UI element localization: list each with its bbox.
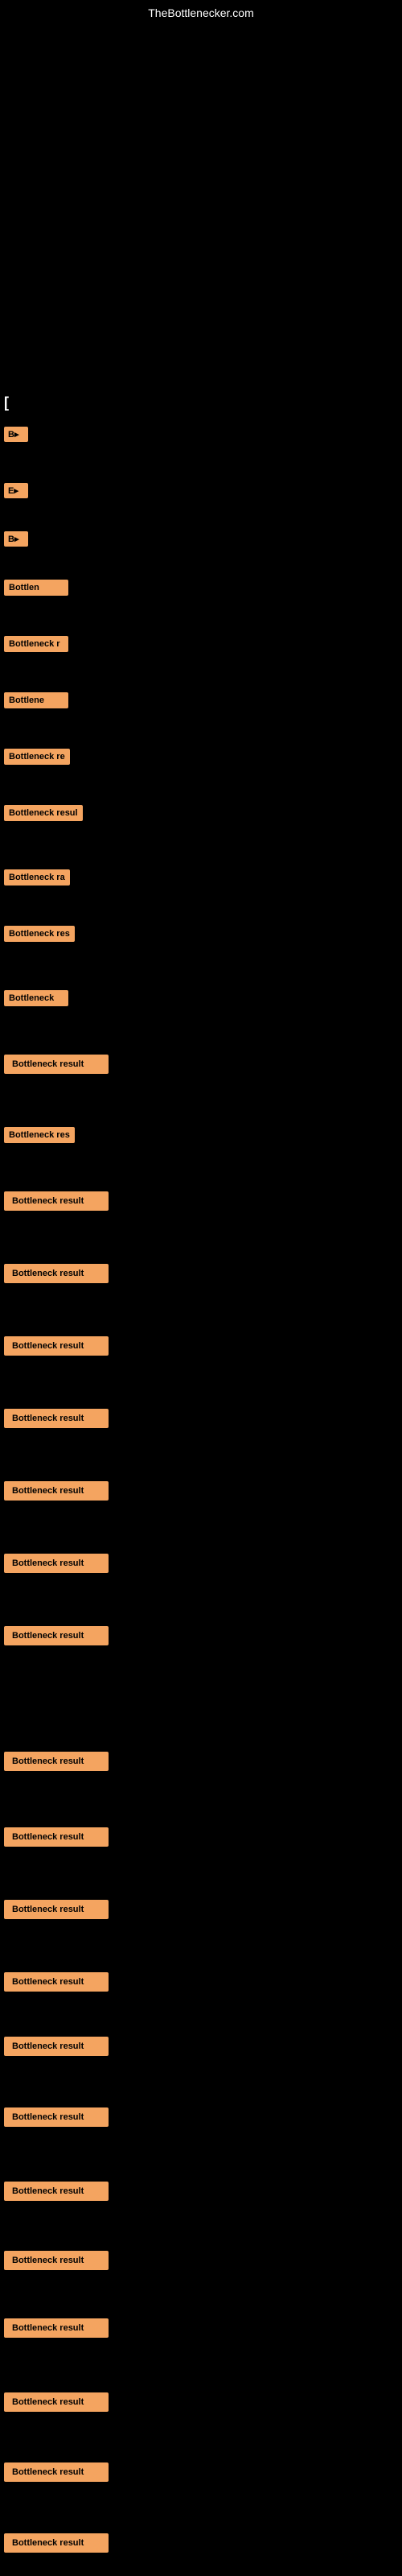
result-box-11[interactable]: Bottleneck [4, 990, 68, 1006]
result-box-5[interactable]: Bottleneck r [4, 636, 68, 652]
result-box-8[interactable]: Bottleneck resul [4, 805, 83, 821]
result-box-1[interactable]: B▸ [4, 427, 28, 442]
result-box-32[interactable]: Bottleneck result [4, 2533, 109, 2553]
result-box-2[interactable]: E▸ [4, 483, 28, 498]
result-box-28[interactable]: Bottleneck result [4, 2251, 109, 2270]
result-box-14[interactable]: Bottleneck result [4, 1191, 109, 1211]
result-box-7[interactable]: Bottleneck re [4, 749, 70, 765]
result-box-19[interactable]: Bottleneck result [4, 1554, 109, 1573]
result-box-26[interactable]: Bottleneck result [4, 2107, 109, 2127]
result-box-13[interactable]: Bottleneck res [4, 1127, 75, 1143]
result-box-21[interactable]: Bottleneck result [4, 1752, 109, 1771]
result-box-6[interactable]: Bottlene [4, 692, 68, 708]
result-box-15[interactable]: Bottleneck result [4, 1264, 109, 1283]
result-box-16[interactable]: Bottleneck result [4, 1336, 109, 1356]
result-box-31[interactable]: Bottleneck result [4, 2462, 109, 2482]
result-box-30[interactable]: Bottleneck result [4, 2392, 109, 2412]
result-box-25[interactable]: Bottleneck result [4, 2037, 109, 2056]
result-box-17[interactable]: Bottleneck result [4, 1409, 109, 1428]
result-box-24[interactable]: Bottleneck result [4, 1972, 109, 1992]
result-box-22[interactable]: Bottleneck result [4, 1827, 109, 1847]
site-title: TheBottlenecker.com [148, 6, 254, 19]
result-box-12[interactable]: Bottleneck result [4, 1055, 109, 1074]
result-box-3[interactable]: B▸ [4, 531, 28, 547]
result-box-4[interactable]: Bottlen [4, 580, 68, 596]
result-box-29[interactable]: Bottleneck result [4, 2318, 109, 2338]
result-box-27[interactable]: Bottleneck result [4, 2182, 109, 2201]
result-box-23[interactable]: Bottleneck result [4, 1900, 109, 1919]
result-box-18[interactable]: Bottleneck result [4, 1481, 109, 1501]
result-box-9[interactable]: Bottleneck ra [4, 869, 70, 886]
bracket-label: [ [4, 394, 9, 411]
result-box-20[interactable]: Bottleneck result [4, 1626, 109, 1645]
result-box-10[interactable]: Bottleneck res [4, 926, 75, 942]
